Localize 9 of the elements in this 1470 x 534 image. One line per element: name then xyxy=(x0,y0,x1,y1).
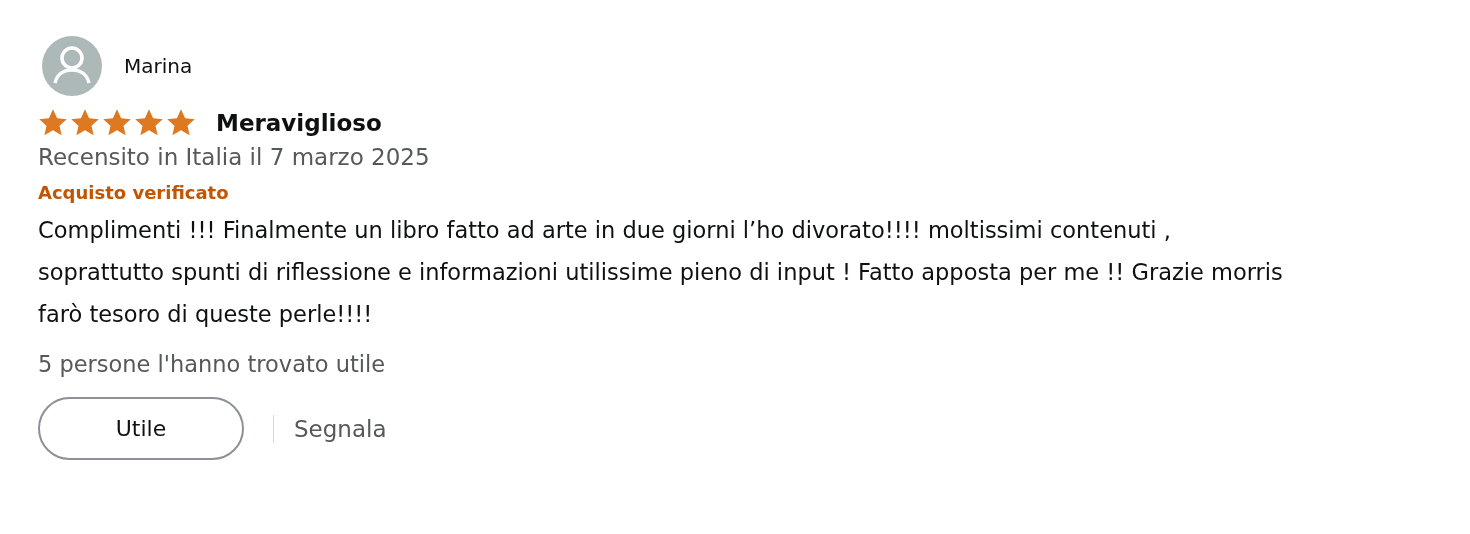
review-date: Recensito in Italia il 7 marzo 2025 xyxy=(38,144,431,170)
verified-purchase-label: Acquisto verificato xyxy=(38,182,229,203)
helpful-count: 5 persone l'hanno trovato utile xyxy=(38,351,386,377)
avatar-icon xyxy=(42,36,102,96)
review-title: Meraviglioso xyxy=(216,110,382,136)
review-text: Complimenti !!! Finalmente un libro fatto ad arte in due giorni l’ho divorato!!!! moltissimi contenuti , soprattutto spunti di riflessione e informazioni utilissime pieno di input ! Fatto apposta per me !! Grazie morris farò tesoro di queste perle!!!! xyxy=(38,216,1284,329)
reviewer-name: Marina xyxy=(124,54,193,78)
report-link[interactable]: Segnala xyxy=(294,415,387,442)
helpful-button[interactable]: Utile xyxy=(38,397,244,460)
